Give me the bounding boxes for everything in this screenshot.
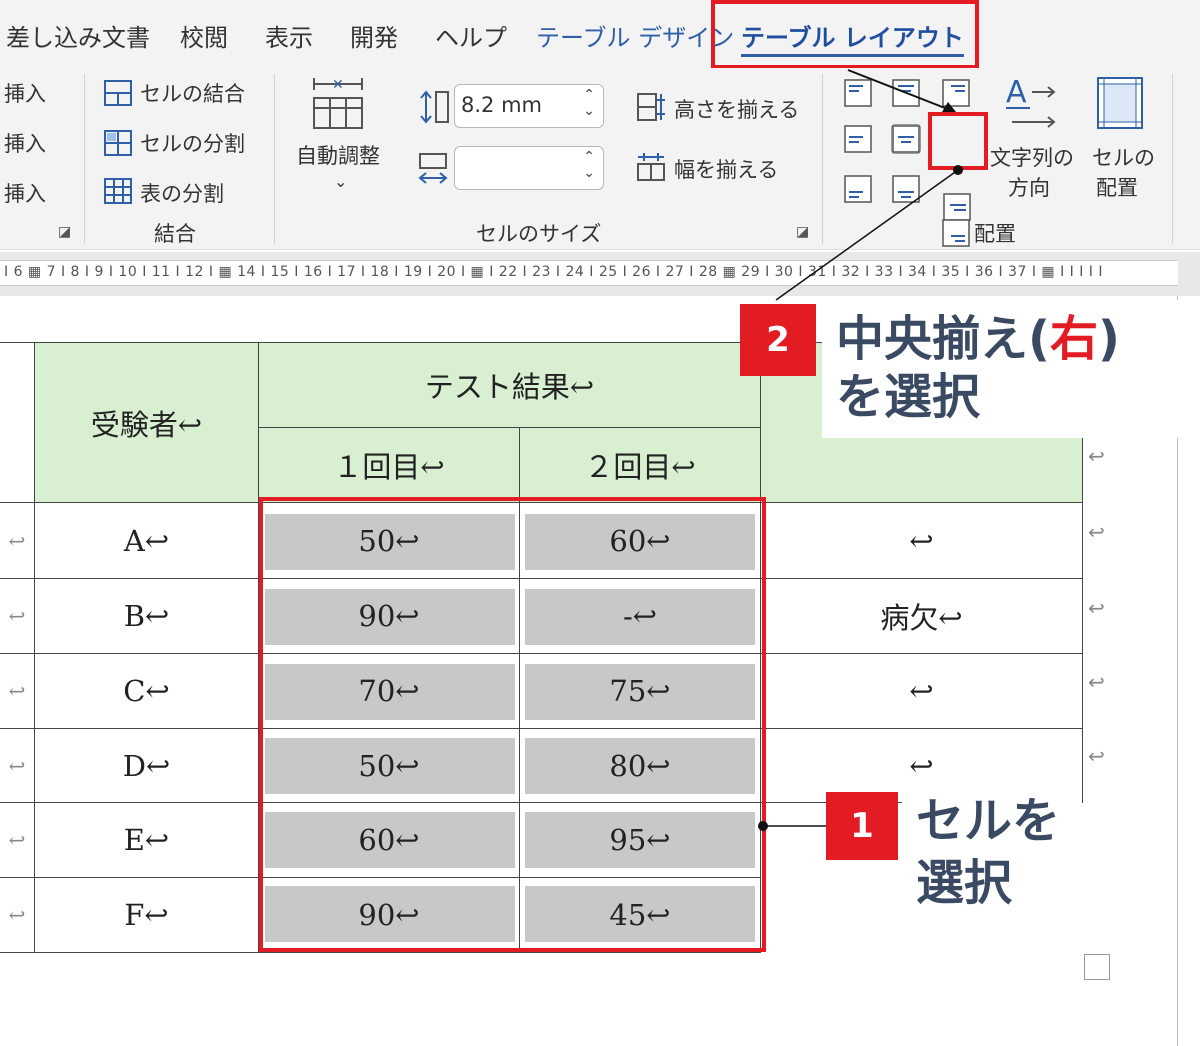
step2-text-pre: 中央揃え( bbox=[836, 311, 1050, 367]
step2-leader-line bbox=[775, 169, 959, 301]
step2-text-line1: 中央揃え(右) bbox=[836, 312, 1120, 366]
tab-to-button-arrow bbox=[847, 69, 951, 111]
step2-text-line2: を選択 bbox=[836, 369, 981, 425]
leader-dot bbox=[758, 821, 768, 831]
step2-text-post: ) bbox=[1097, 311, 1120, 367]
step1-text-line1: セルを bbox=[916, 793, 1061, 849]
leader-dot bbox=[953, 165, 963, 175]
step1-text-line2: 選択 bbox=[916, 855, 1013, 911]
step2-badge: 2 bbox=[740, 304, 816, 376]
step2-text-red: 右 bbox=[1049, 311, 1098, 367]
step1-badge: 1 bbox=[826, 792, 898, 860]
